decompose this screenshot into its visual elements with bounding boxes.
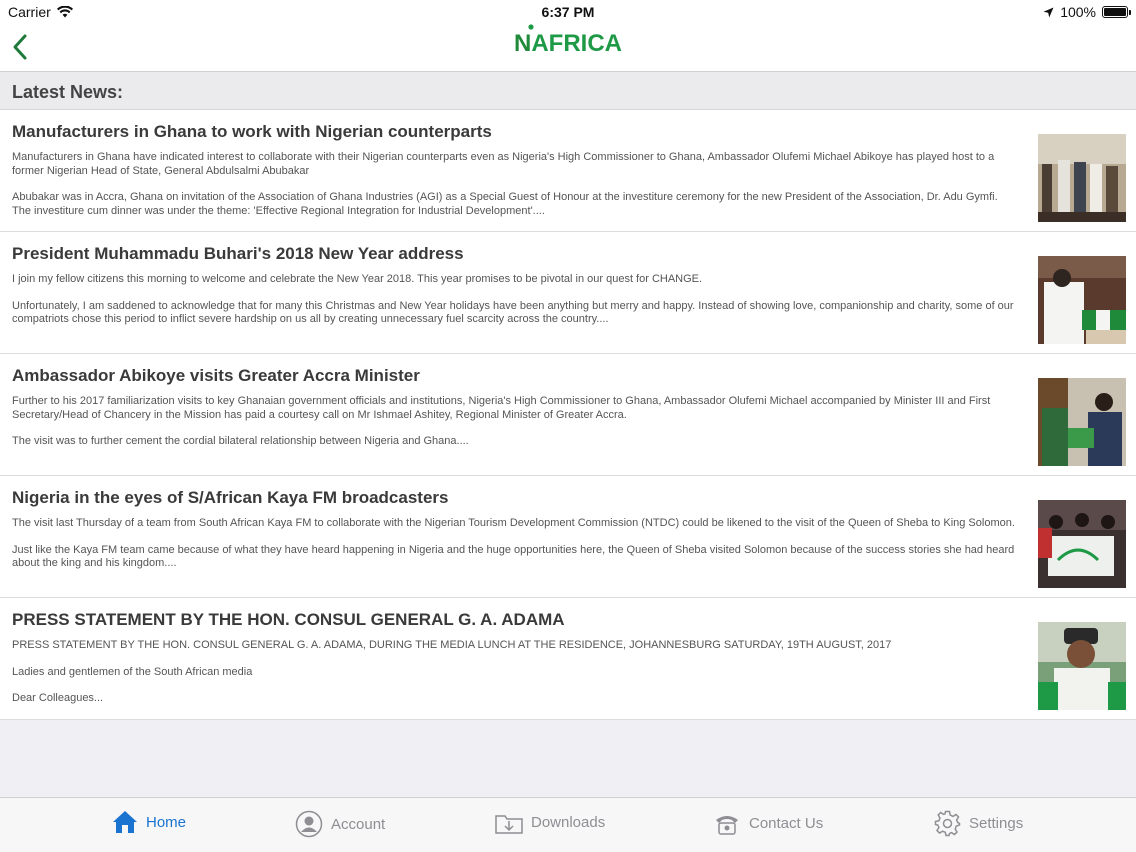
nav-bar: NAFRICA bbox=[0, 24, 1136, 72]
news-item[interactable]: Ambassador Abikoye visits Greater Accra … bbox=[0, 354, 1136, 476]
logo-figure-icon bbox=[528, 24, 534, 30]
news-item[interactable]: Manufacturers in Ghana to work with Nige… bbox=[0, 110, 1136, 232]
news-title: PRESS STATEMENT BY THE HON. CONSUL GENER… bbox=[12, 610, 565, 629]
news-excerpt: Just like the Kaya FM team came because … bbox=[12, 543, 1015, 570]
section-header: Latest News: bbox=[0, 72, 1136, 110]
news-excerpt: PRESS STATEMENT BY THE HON. CONSUL GENER… bbox=[12, 639, 892, 651]
location-arrow-icon bbox=[1043, 7, 1054, 17]
news-excerpt: Dear Colleagues... bbox=[12, 692, 104, 704]
logo-word: AFRICA bbox=[531, 30, 622, 57]
news-item[interactable]: President Muhammadu Buhari's 2018 New Ye… bbox=[0, 232, 1136, 354]
tab-contact-us[interactable]: Contact Us bbox=[713, 810, 823, 836]
gear-icon bbox=[934, 810, 961, 837]
news-excerpt: Further to his 2017 familiarization visi… bbox=[12, 395, 991, 421]
news-thumbnail bbox=[1038, 622, 1126, 710]
app-logo: NAFRICA bbox=[0, 24, 1136, 58]
news-item[interactable]: Nigeria in the eyes of S/African Kaya FM… bbox=[0, 476, 1136, 598]
news-thumbnail bbox=[1038, 378, 1126, 466]
status-time: 6:37 PM bbox=[541, 4, 595, 20]
news-excerpt: I join my fellow citizens this morning t… bbox=[12, 273, 703, 285]
tab-downloads[interactable]: Downloads bbox=[495, 810, 605, 834]
news-list: Manufacturers in Ghana to work with Nige… bbox=[0, 110, 1136, 720]
news-item[interactable]: PRESS STATEMENT BY THE HON. CONSUL GENER… bbox=[0, 598, 1136, 720]
account-icon bbox=[295, 810, 323, 838]
news-thumbnail bbox=[1038, 500, 1126, 588]
news-title: Manufacturers in Ghana to work with Nige… bbox=[12, 122, 492, 141]
news-title: Ambassador Abikoye visits Greater Accra … bbox=[12, 366, 420, 385]
news-excerpt: Ladies and gentlemen of the South Africa… bbox=[12, 665, 253, 678]
tab-bar: Home Account Downloads Contact Us Settin… bbox=[0, 797, 1136, 852]
tab-label: Contact Us bbox=[749, 814, 824, 832]
news-thumbnail bbox=[1038, 256, 1126, 344]
downloads-icon bbox=[495, 815, 523, 834]
tab-label: Settings bbox=[969, 815, 1024, 832]
news-excerpt: Abubakar was in Accra, Ghana on invitati… bbox=[12, 191, 998, 217]
battery-percent: 100% bbox=[1060, 4, 1096, 20]
tab-account[interactable]: Account bbox=[295, 810, 385, 838]
news-excerpt: Manufacturers in Ghana have indicated in… bbox=[12, 151, 995, 177]
news-excerpt: The visit was to further cement the cord… bbox=[12, 435, 469, 447]
news-excerpt: Unfortunately, I am saddened to acknowle… bbox=[12, 299, 1014, 326]
tab-label: Downloads bbox=[531, 813, 606, 831]
news-title: Nigeria in the eyes of S/African Kaya FM… bbox=[12, 488, 449, 507]
news-excerpt: The visit last Thursday of a team from S… bbox=[12, 517, 1015, 529]
tab-label: Home bbox=[146, 813, 187, 831]
tab-settings[interactable]: Settings bbox=[934, 810, 1023, 837]
status-bar: Carrier 6:37 PM 100% bbox=[0, 0, 1136, 24]
news-title: President Muhammadu Buhari's 2018 New Ye… bbox=[12, 244, 464, 263]
tab-home[interactable]: Home bbox=[112, 810, 186, 834]
status-right: 100% bbox=[1043, 4, 1131, 20]
tab-label: Account bbox=[331, 815, 386, 833]
news-thumbnail bbox=[1038, 134, 1126, 222]
battery-icon bbox=[1102, 6, 1131, 18]
home-icon bbox=[113, 811, 137, 833]
phone-icon bbox=[716, 816, 738, 835]
